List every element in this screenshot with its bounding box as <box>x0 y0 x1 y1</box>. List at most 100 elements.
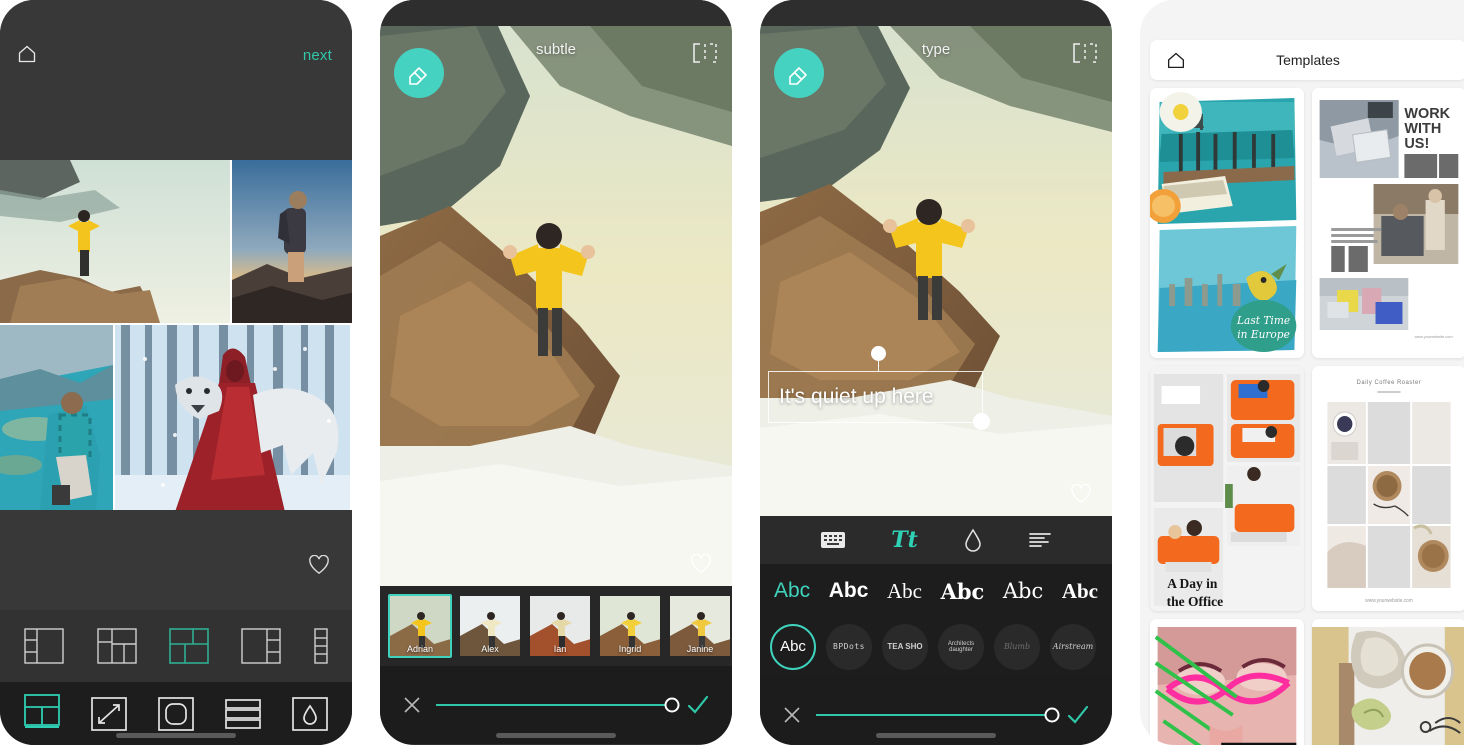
text-style-option[interactable]: Abc <box>829 579 869 603</box>
filter-thumb[interactable]: Janine <box>668 594 732 658</box>
slider-knob[interactable] <box>1044 707 1060 723</box>
collage-photo-3[interactable] <box>0 325 113 512</box>
svg-text:www.yourwebsite.com: www.yourwebsite.com <box>1365 598 1412 604</box>
text-style-option[interactable]: Abc <box>1003 579 1043 603</box>
status-bar <box>760 0 1112 26</box>
slider-knob[interactable] <box>664 697 680 713</box>
template-card[interactable]: A Day in the Office <box>1150 366 1304 611</box>
template-card[interactable] <box>1312 619 1464 745</box>
layout-option-4[interactable] <box>241 628 282 664</box>
text-tool-tabs[interactable]: Tt <box>760 516 1112 564</box>
filter-thumb[interactable]: Ian <box>528 594 592 658</box>
svg-text:the Office: the Office <box>1167 594 1223 609</box>
status-bar <box>380 0 732 26</box>
font-family-option[interactable]: Architects daughter <box>938 624 984 670</box>
collage-photo-2[interactable] <box>232 160 352 323</box>
font-family-option[interactable]: Airstream <box>1050 624 1096 670</box>
heart-icon[interactable] <box>690 554 712 574</box>
filter-thumb[interactable]: Adrian <box>388 594 452 658</box>
templates-header: Templates <box>1150 40 1464 80</box>
layout-options-row[interactable] <box>0 610 352 682</box>
text-style-option[interactable]: Abc <box>941 579 985 604</box>
close-icon[interactable] <box>782 705 802 725</box>
text-overlay-box[interactable]: It's quiet up here <box>768 346 990 430</box>
collage-canvas[interactable] <box>0 160 352 512</box>
droplet-icon[interactable] <box>963 528 983 552</box>
filter-thumb[interactable]: Ingrid <box>598 594 662 658</box>
ratio-tool[interactable] <box>90 696 127 731</box>
collage-photo-4[interactable] <box>115 325 352 512</box>
align-left-icon[interactable] <box>1028 530 1052 550</box>
eraser-button[interactable] <box>394 48 444 98</box>
photo-preview[interactable]: subtle <box>380 26 732 586</box>
svg-text:in Europe: in Europe <box>1237 328 1290 341</box>
svg-text:Daily Coffee Roaster: Daily Coffee Roaster <box>1357 380 1422 386</box>
text-style-option[interactable]: Abc <box>887 579 922 604</box>
filter-label: Ingrid <box>618 644 642 654</box>
check-icon[interactable] <box>686 694 710 716</box>
home-icon[interactable] <box>16 44 38 64</box>
intensity-slider[interactable] <box>436 697 680 713</box>
compare-icon[interactable] <box>1072 42 1098 64</box>
filter-filmstrip[interactable]: Adrian Alex Ian Ingrid Janine <box>380 586 732 666</box>
text-style-icon[interactable]: Tt <box>891 527 918 553</box>
grid-tool[interactable] <box>23 694 60 733</box>
template-card[interactable]: WORK WITH US! www.yourwebsite.com <box>1312 88 1464 358</box>
template-card[interactable]: Last Time in Europe <box>1150 88 1304 358</box>
border-radius-tool[interactable] <box>158 696 194 731</box>
layout-option-2[interactable] <box>96 628 137 664</box>
text-opacity-slider[interactable] <box>816 707 1060 723</box>
layout-option-5[interactable] <box>314 628 328 664</box>
font-family-option[interactable]: Abc <box>770 624 816 670</box>
phone-text-editor: type It's quiet up here Tt Abc Abc Abc A… <box>760 0 1112 745</box>
font-family-label: Abc <box>780 638 806 656</box>
collage-photo-1[interactable] <box>0 160 230 323</box>
compare-icon[interactable] <box>692 42 718 64</box>
heart-icon[interactable] <box>308 555 330 575</box>
next-button[interactable]: next <box>303 47 332 64</box>
rotate-handle[interactable] <box>871 346 886 372</box>
background-tool[interactable] <box>292 696 329 731</box>
svg-text:www.yourwebsite.com: www.yourwebsite.com <box>1415 334 1453 339</box>
heart-icon[interactable] <box>1070 484 1092 504</box>
eraser-icon <box>409 67 427 85</box>
templates-grid[interactable]: Last Time in Europe WORK WITH US! www.yo… <box>1140 88 1464 745</box>
eraser-button[interactable] <box>774 48 824 98</box>
text-style-option[interactable]: Abc <box>1062 579 1098 604</box>
filter-label: Ian <box>553 644 567 654</box>
svg-text:WORK: WORK <box>1404 106 1450 122</box>
phone-collage-editor: next <box>0 0 352 745</box>
layout-option-1[interactable] <box>24 628 64 664</box>
home-indicator <box>116 733 236 738</box>
editor-title: subtle <box>535 40 577 58</box>
template-card[interactable] <box>1150 619 1304 745</box>
overlay-text[interactable]: It's quiet up here <box>779 385 934 409</box>
close-icon[interactable] <box>402 695 422 715</box>
text-style-row[interactable]: Abc Abc Abc Abc Abc Abc <box>760 564 1112 618</box>
spacing-tool[interactable] <box>225 697 262 731</box>
filter-thumb[interactable]: Alex <box>458 594 522 658</box>
svg-text:US!: US! <box>1404 136 1429 152</box>
font-family-label: TEA SHO <box>887 641 923 651</box>
photo-preview[interactable]: type It's quiet up here <box>760 26 1112 516</box>
home-indicator <box>496 733 616 738</box>
keyboard-icon[interactable] <box>820 531 846 549</box>
font-family-row[interactable]: Abc BPDots TEA SHO Architects daughter B… <box>760 618 1112 676</box>
phone-filter-editor: subtle Adrian Alex Ian Ingrid Janine <box>380 0 732 745</box>
app-screenshot-stage: next subtle Adrian Alex Ian Ingrid Janin… <box>0 0 1464 745</box>
font-family-option[interactable]: Blumb <box>994 624 1040 670</box>
font-family-option[interactable]: BPDots <box>826 624 872 670</box>
resize-handle[interactable] <box>973 413 990 430</box>
layout-option-3[interactable] <box>169 628 209 664</box>
filter-label: Adrian <box>406 644 433 654</box>
font-family-label: Architects daughter <box>947 640 975 653</box>
cliff-photo <box>380 26 732 586</box>
phone-templates: Templates Last Time in Europe WORK WITH … <box>1140 0 1464 745</box>
editor-title: type <box>921 40 951 58</box>
eraser-icon <box>789 67 807 85</box>
text-style-option[interactable]: Abc <box>774 579 810 603</box>
check-icon[interactable] <box>1066 704 1090 726</box>
template-card[interactable]: Daily Coffee Roaster www.yourwebsite.com <box>1312 366 1464 611</box>
font-family-option[interactable]: TEA SHO <box>882 624 928 670</box>
filter-label: Janine <box>686 644 714 654</box>
